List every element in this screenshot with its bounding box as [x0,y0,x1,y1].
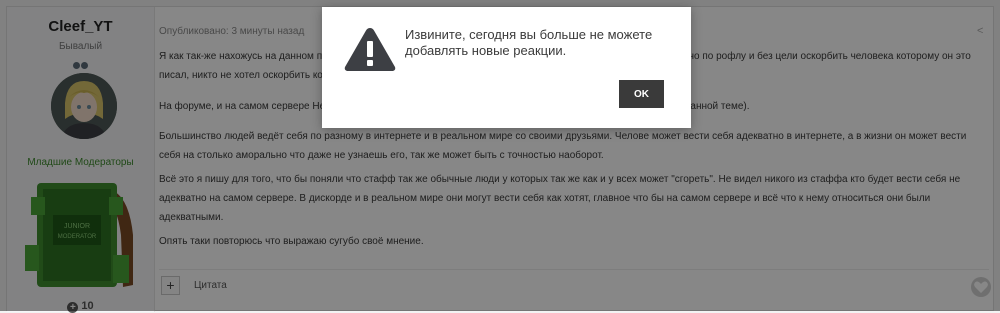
alert-dialog: Извините, сегодня вы больше не можете до… [322,7,691,128]
warning-icon [343,25,397,73]
dialog-message: Извините, сегодня вы больше не можете до… [405,27,653,58]
ok-button[interactable]: OK [619,80,664,108]
